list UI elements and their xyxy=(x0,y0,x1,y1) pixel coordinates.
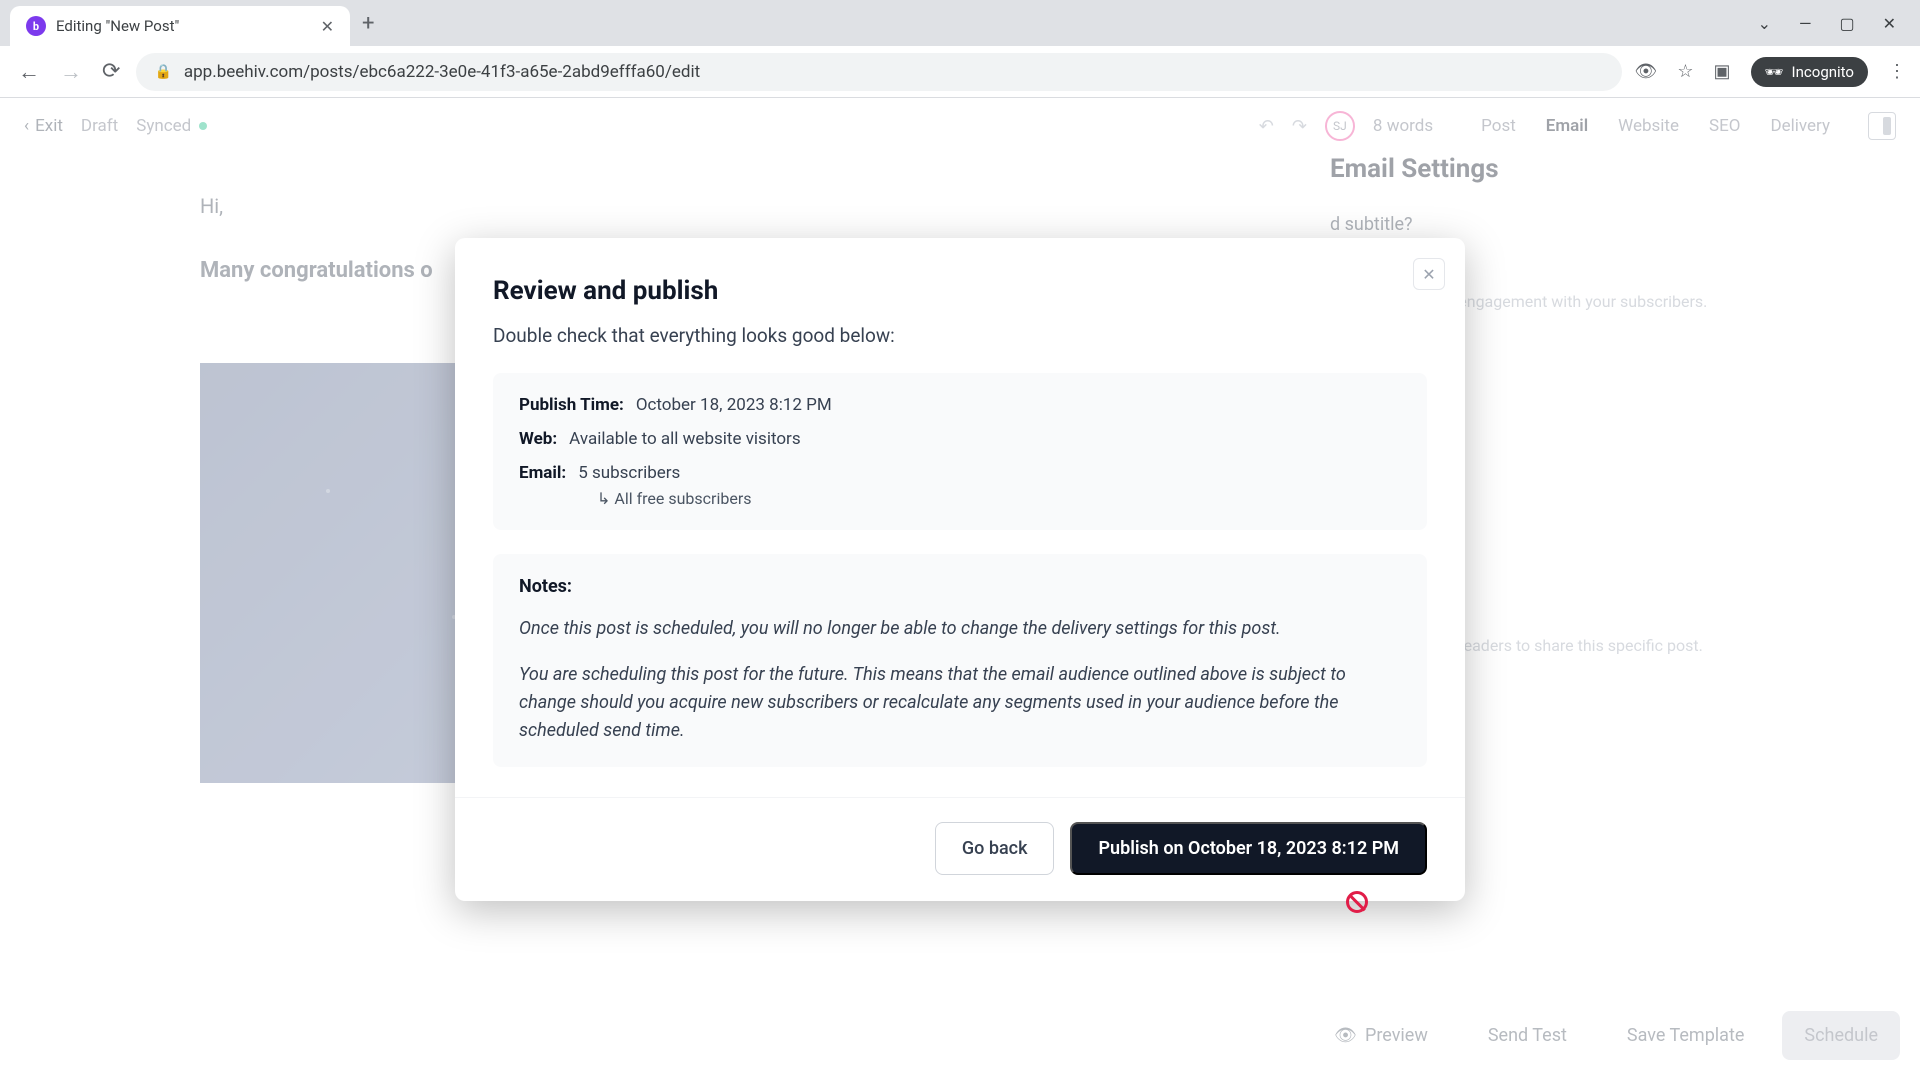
toolbar-right: 👁 ☆ ▣ 🕶 Incognito ⋮ xyxy=(1634,57,1906,87)
tab-bar: b Editing "New Post" ✕ + ⌄ — ▢ ✕ xyxy=(0,0,1920,46)
info-row-email: Email: 5 subscribers xyxy=(519,463,1401,483)
forbidden-cursor-icon xyxy=(1346,891,1368,913)
notes-paragraph-2: You are scheduling this post for the fut… xyxy=(519,661,1401,745)
close-window-icon[interactable]: ✕ xyxy=(1883,14,1896,33)
lock-icon: 🔒 xyxy=(154,64,171,80)
review-publish-modal: ✕ Review and publish Double check that e… xyxy=(455,238,1465,901)
url-text: app.beehiv.com/posts/ebc6a222-3e0e-41f3-… xyxy=(184,62,700,82)
browser-chrome: b Editing "New Post" ✕ + ⌄ — ▢ ✕ ← → ⟳ 🔒… xyxy=(0,0,1920,98)
bookmark-icon[interactable]: ☆ xyxy=(1677,61,1693,82)
forward-button[interactable]: → xyxy=(56,55,86,89)
publish-time-label: Publish Time: xyxy=(519,395,624,415)
info-row-publish-time: Publish Time: October 18, 2023 8:12 PM xyxy=(519,395,1401,415)
browser-tab[interactable]: b Editing "New Post" ✕ xyxy=(10,6,350,46)
modal-backdrop[interactable]: ✕ Review and publish Double check that e… xyxy=(0,98,1920,1080)
email-sublist: ↳ All free subscribers xyxy=(597,489,1401,508)
web-label: Web: xyxy=(519,429,557,449)
favicon-icon: b xyxy=(26,16,46,36)
maximize-icon[interactable]: ▢ xyxy=(1839,14,1854,33)
notes-title: Notes: xyxy=(519,576,1401,597)
publish-button[interactable]: Publish on October 18, 2023 8:12 PM xyxy=(1070,822,1427,875)
address-bar[interactable]: 🔒 app.beehiv.com/posts/ebc6a222-3e0e-41f… xyxy=(136,53,1622,91)
go-back-button[interactable]: Go back xyxy=(935,822,1055,875)
notes-box: Notes: Once this post is scheduled, you … xyxy=(493,554,1427,767)
incognito-icon: 🕶 xyxy=(1765,63,1784,81)
menu-icon[interactable]: ⋮ xyxy=(1888,61,1906,82)
notes-paragraph-1: Once this post is scheduled, you will no… xyxy=(519,615,1401,643)
publish-time-value: October 18, 2023 8:12 PM xyxy=(636,395,832,415)
window-controls: ⌄ — ▢ ✕ xyxy=(1758,14,1920,33)
modal-subtitle: Double check that everything looks good … xyxy=(493,324,1427,347)
incognito-label: Incognito xyxy=(1792,63,1854,81)
email-value: 5 subscribers xyxy=(578,463,680,483)
email-label: Email: xyxy=(519,463,566,483)
modal-title: Review and publish xyxy=(493,276,1427,306)
eye-off-icon[interactable]: 👁 xyxy=(1634,61,1657,82)
incognito-badge[interactable]: 🕶 Incognito xyxy=(1751,57,1869,87)
address-bar-row: ← → ⟳ 🔒 app.beehiv.com/posts/ebc6a222-3e… xyxy=(0,46,1920,98)
modal-footer: Go back Publish on October 18, 2023 8:12… xyxy=(455,797,1465,875)
minimize-icon[interactable]: — xyxy=(1799,14,1812,33)
chevron-down-icon[interactable]: ⌄ xyxy=(1758,14,1771,33)
publish-info-box: Publish Time: October 18, 2023 8:12 PM W… xyxy=(493,373,1427,530)
info-row-web: Web: Available to all website visitors xyxy=(519,429,1401,449)
tab-title: Editing "New Post" xyxy=(56,17,311,35)
new-tab-button[interactable]: + xyxy=(362,11,374,36)
panel-icon[interactable]: ▣ xyxy=(1713,61,1730,82)
close-icon[interactable]: ✕ xyxy=(321,17,334,36)
back-button[interactable]: ← xyxy=(14,55,44,89)
close-modal-button[interactable]: ✕ xyxy=(1413,258,1445,290)
reload-button[interactable]: ⟳ xyxy=(98,55,124,88)
web-value: Available to all website visitors xyxy=(569,429,800,449)
